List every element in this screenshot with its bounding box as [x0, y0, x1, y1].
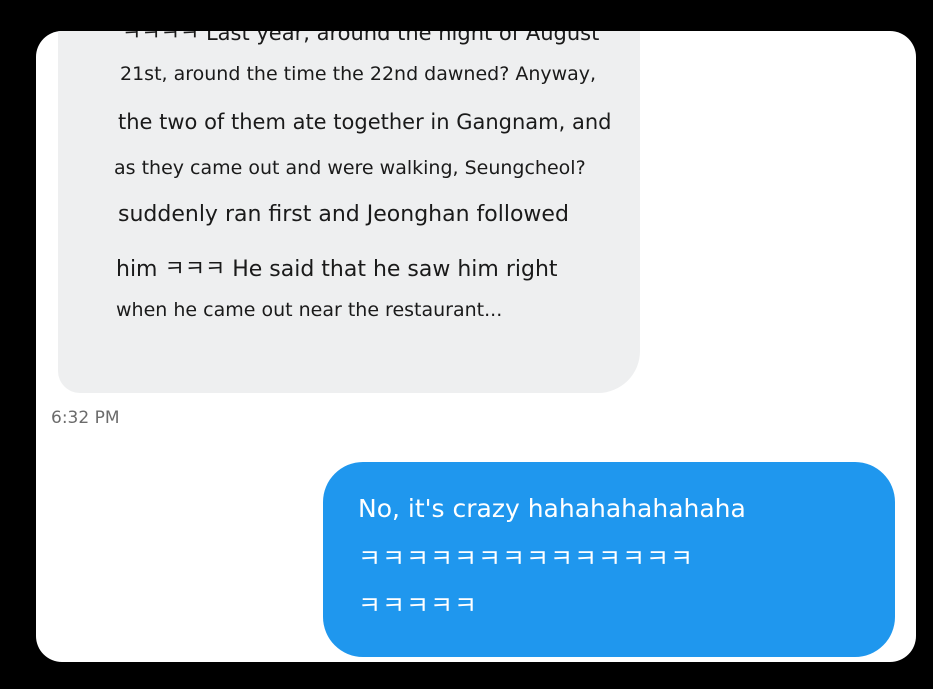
- incoming-message-line: the two of them ate together in Gangnam,…: [118, 110, 612, 134]
- incoming-message-line: 21st, around the time the 22nd dawned? A…: [120, 63, 597, 85]
- outgoing-message-line: ㅋㅋㅋㅋㅋ: [358, 591, 479, 620]
- incoming-message-line: as they came out and were walking, Seung…: [114, 157, 586, 179]
- outgoing-message-line: ㅋㅋㅋㅋㅋㅋㅋㅋㅋㅋㅋㅋㅋㅋ: [358, 544, 695, 573]
- incoming-message-line: him ㅋㅋㅋ He said that he saw him right: [116, 257, 558, 282]
- incoming-message-line: ㅋㅋㅋㅋ Last year, around the night of Augu…: [122, 31, 600, 45]
- incoming-message-line: suddenly ran first and Jeonghan followed: [118, 202, 569, 227]
- chat-panel: ㅋㅋㅋㅋ Last year, around the night of Augu…: [36, 31, 916, 662]
- outgoing-message-line: No, it's crazy hahahahahahaha: [358, 494, 746, 523]
- incoming-message-bubble[interactable]: ㅋㅋㅋㅋ Last year, around the night of Augu…: [58, 31, 640, 393]
- incoming-message-line: when he came out near the restaurant...: [116, 299, 503, 321]
- outgoing-message-bubble[interactable]: No, it's crazy hahahahahahaha ㅋㅋㅋㅋㅋㅋㅋㅋㅋㅋ…: [323, 462, 895, 657]
- message-timestamp: 6:32 PM: [51, 408, 120, 428]
